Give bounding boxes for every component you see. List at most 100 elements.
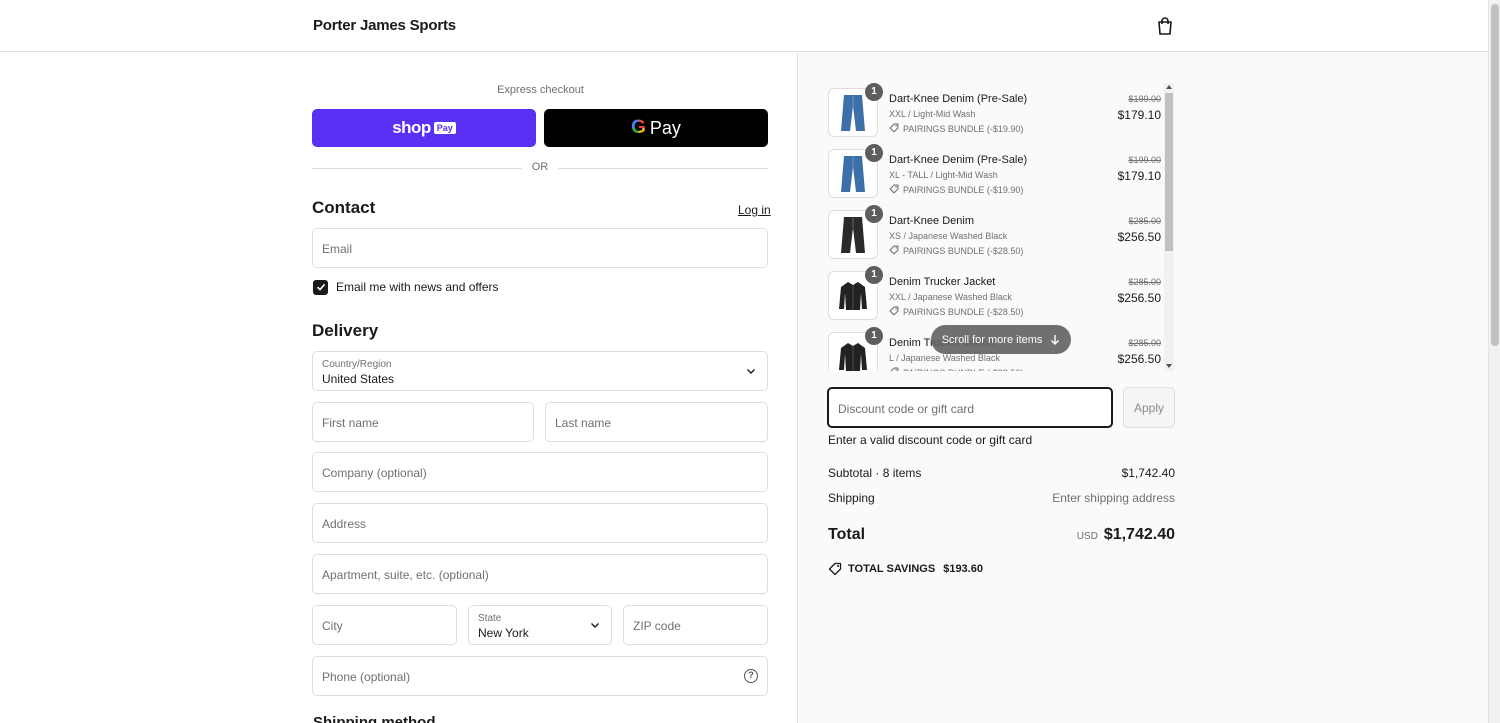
site-header: Porter James Sports [0, 0, 1488, 52]
or-divider: OR [312, 161, 768, 175]
apartment-field[interactable]: Apartment, suite, etc. (optional) [312, 554, 768, 594]
item-bundle-discount: PAIRINGS BUNDLE (-$28.50) [889, 367, 1023, 371]
store-name[interactable]: Porter James Sports [313, 17, 456, 34]
item-original-price: $285.00 [1128, 216, 1161, 226]
shop-pay-button[interactable]: shop Pay [312, 109, 536, 147]
items-scrollbar[interactable] [1164, 83, 1174, 371]
tag-icon [889, 306, 899, 318]
items-scrollbar-thumb[interactable] [1165, 93, 1173, 251]
country-select[interactable]: Country/Region United States [312, 351, 768, 391]
discount-placeholder: Discount code or gift card [838, 402, 975, 416]
company-field[interactable]: Company (optional) [312, 452, 768, 492]
item-name: Denim Trucker Jacket [889, 276, 996, 288]
chevron-down-icon [591, 623, 599, 628]
scroll-for-more-button[interactable]: Scroll for more items [931, 325, 1071, 354]
tag-icon [828, 562, 842, 576]
state-label: State [478, 613, 502, 624]
quantity-badge: 1 [865, 144, 883, 162]
shipping-method-heading: Shipping method [313, 714, 436, 723]
page-scrollbar[interactable] [1488, 0, 1500, 723]
item-price: $256.50 [1117, 291, 1161, 305]
discount-code-input[interactable]: Discount code or gift card [827, 387, 1113, 428]
bundle-label: PAIRINGS BUNDLE (-$19.90) [903, 124, 1024, 134]
shipping-label: Shipping [828, 491, 875, 505]
item-original-price: $199.00 [1128, 155, 1161, 165]
order-item: 1 Dart-Knee Denim (Pre-Sale) XXL / Light-M… [828, 83, 1164, 144]
email-placeholder: Email [322, 242, 353, 256]
contact-heading: Contact [312, 198, 376, 217]
order-item: 1 Denim Trucker Jacket XXL / Japanese Wash… [828, 266, 1164, 327]
tag-icon [889, 367, 899, 371]
news-offers-label: Email me with news and offers [336, 280, 499, 294]
total-label: Total [828, 526, 866, 543]
city-field[interactable]: City [312, 605, 457, 645]
address-placeholder: Address [322, 517, 367, 531]
express-checkout-label: Express checkout [497, 84, 584, 96]
arrow-down-icon [1051, 334, 1060, 345]
scroll-up-arrow-icon[interactable] [1166, 85, 1172, 89]
zip-placeholder: ZIP code [633, 619, 681, 633]
item-bundle-discount: PAIRINGS BUNDLE (-$28.50) [889, 306, 1023, 318]
total-value: $1,742.40 [1103, 526, 1175, 543]
news-offers-checkbox-row[interactable]: Email me with news and offers [313, 279, 499, 295]
bundle-label: PAIRINGS BUNDLE (-$28.50) [903, 368, 1023, 371]
item-bundle-discount: PAIRINGS BUNDLE (-$19.90) [889, 184, 1023, 196]
scroll-down-arrow-icon[interactable] [1166, 364, 1172, 368]
or-label: OR [531, 161, 549, 173]
help-icon[interactable]: ? [744, 669, 758, 683]
country-label: Country/Region [322, 359, 392, 370]
last-name-field[interactable]: Last name [545, 402, 768, 442]
total-savings: TOTAL SAVINGS $193.60 [828, 562, 983, 576]
savings-value: $193.60 [943, 563, 983, 575]
scroll-hint-label: Scroll for more items [941, 333, 1043, 346]
bundle-label: PAIRINGS BUNDLE (-$19.90) [903, 185, 1024, 195]
total-currency: USD [1076, 531, 1098, 542]
item-price: $256.50 [1117, 230, 1161, 244]
last-name-placeholder: Last name [555, 416, 612, 430]
item-variant: XXL / Japanese Washed Black [889, 292, 1012, 302]
phone-field[interactable]: Phone (optional) ? [312, 656, 768, 696]
google-pay-label: Pay [649, 117, 681, 138]
item-variant: XXL / Light-Mid Wash [889, 109, 976, 119]
country-value: United States [322, 372, 395, 386]
item-price: $179.10 [1117, 108, 1161, 122]
shop-pay-badge: Pay [433, 122, 456, 134]
item-name: Dart-Knee Denim (Pre-Sale) [889, 93, 1028, 105]
google-g-icon: G [631, 117, 646, 138]
total-value-group: USD $1,742.40 [1077, 526, 1175, 544]
quantity-badge: 1 [865, 83, 883, 101]
quantity-badge: 1 [865, 205, 883, 223]
google-pay-button[interactable]: G Pay [544, 109, 768, 147]
order-item: 1 Dart-Knee Denim (Pre-Sale) XL - TALL / L… [828, 144, 1164, 205]
shipping-row: Shipping Enter shipping address [828, 491, 1175, 505]
shipping-value: Enter shipping address [1052, 491, 1175, 505]
discount-error-message: Enter a valid discount code or gift card [828, 433, 1033, 447]
shopping-bag-icon[interactable] [1155, 16, 1175, 36]
item-name: Dart-Knee Denim [889, 215, 974, 227]
quantity-badge: 1 [865, 266, 883, 284]
order-item: 1 Dart-Knee Denim XS / Japanese Washed Bla… [828, 205, 1164, 266]
company-placeholder: Company (optional) [322, 466, 427, 480]
apply-discount-button[interactable]: Apply [1123, 387, 1175, 428]
subtotal-value: $1,742.40 [1121, 466, 1175, 480]
tag-icon [889, 184, 899, 196]
page-scrollbar-thumb[interactable] [1491, 4, 1499, 346]
item-bundle-discount: PAIRINGS BUNDLE (-$28.50) [889, 245, 1023, 257]
zip-field[interactable]: ZIP code [623, 605, 768, 645]
bundle-label: PAIRINGS BUNDLE (-$28.50) [903, 246, 1024, 256]
state-value: New York [478, 626, 529, 640]
item-price: $256.50 [1117, 352, 1161, 366]
item-original-price: $285.00 [1128, 277, 1161, 287]
email-field[interactable]: Email [312, 228, 768, 268]
state-select[interactable]: State New York [468, 605, 612, 645]
first-name-field[interactable]: First name [312, 402, 534, 442]
news-offers-checkbox[interactable] [313, 279, 328, 295]
checkmark-icon [316, 283, 325, 291]
item-original-price: $199.00 [1128, 94, 1161, 104]
bundle-label: PAIRINGS BUNDLE (-$28.50) [903, 307, 1024, 317]
item-variant: XL - TALL / Light-Mid Wash [889, 170, 998, 180]
address-field[interactable]: Address [312, 503, 768, 543]
tag-icon [889, 123, 899, 135]
item-original-price: $285.00 [1128, 338, 1161, 348]
login-link[interactable]: Log in [738, 203, 771, 217]
